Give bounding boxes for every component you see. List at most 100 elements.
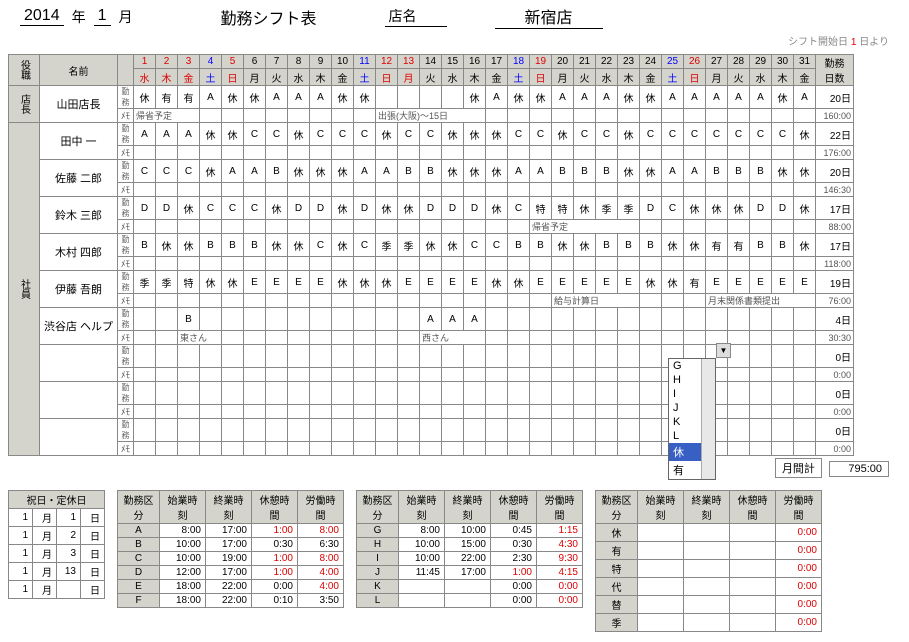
shift-cell[interactable]: 休 [178, 197, 200, 220]
shift-cell[interactable]: 休 [464, 86, 486, 109]
shift-cell[interactable] [244, 308, 266, 331]
shift-cell[interactable]: C [662, 197, 684, 220]
shift-cell[interactable]: 休 [134, 86, 156, 109]
shift-cell[interactable]: 休 [442, 160, 464, 183]
shift-cell[interactable] [398, 382, 420, 405]
shift-cell[interactable]: C [486, 234, 508, 257]
shift-cell[interactable]: 休 [706, 197, 728, 220]
shift-cell[interactable]: B [200, 234, 222, 257]
shift-cell[interactable] [750, 382, 772, 405]
shift-cell[interactable]: C [750, 123, 772, 146]
shift-cell[interactable] [640, 419, 662, 442]
shift-cell[interactable] [200, 345, 222, 368]
start-time[interactable] [638, 578, 684, 596]
shift-cell[interactable]: 休 [288, 234, 310, 257]
shift-cell[interactable] [288, 308, 310, 331]
shift-cell[interactable]: B [618, 234, 640, 257]
shift-cell[interactable]: B [398, 160, 420, 183]
shift-cell[interactable]: 休 [640, 160, 662, 183]
shift-cell[interactable]: B [508, 234, 530, 257]
shift-cell[interactable]: 休 [354, 271, 376, 294]
shift-cell[interactable]: 休 [794, 160, 816, 183]
shift-cell[interactable]: E [442, 271, 464, 294]
start-time[interactable] [399, 594, 445, 608]
start-time[interactable] [638, 560, 684, 578]
shift-cell[interactable] [288, 382, 310, 405]
chevron-down-icon[interactable]: ▼ [716, 343, 731, 358]
shift-cell[interactable] [552, 308, 574, 331]
shift-cell[interactable]: E [464, 271, 486, 294]
employee-name[interactable]: 佐藤 二郎 [40, 160, 118, 197]
shift-cell[interactable]: 休 [200, 271, 222, 294]
shift-cell[interactable]: 休 [618, 160, 640, 183]
shift-cell[interactable]: A [662, 160, 684, 183]
shift-cell[interactable]: E [618, 271, 640, 294]
shift-cell[interactable] [354, 382, 376, 405]
employee-name[interactable]: 渋谷店 ヘルプ [40, 308, 118, 345]
shift-cell[interactable]: 休 [420, 234, 442, 257]
start-time[interactable]: 8:00 [160, 524, 206, 538]
employee-name[interactable] [40, 345, 118, 382]
shift-cell[interactable] [574, 308, 596, 331]
shift-cell[interactable] [332, 345, 354, 368]
break-time[interactable]: 0:00 [491, 580, 537, 594]
shift-cell[interactable] [420, 345, 442, 368]
shift-cell[interactable]: E [288, 271, 310, 294]
end-time[interactable] [684, 542, 730, 560]
holiday-day[interactable]: 2 [57, 527, 81, 545]
holiday-month[interactable]: 1 [9, 509, 33, 527]
shift-cell[interactable] [596, 382, 618, 405]
shift-cell[interactable]: D [464, 197, 486, 220]
year-value[interactable]: 2014 [20, 7, 64, 26]
shift-cell[interactable]: B [574, 160, 596, 183]
shift-cell[interactable] [464, 419, 486, 442]
start-time[interactable]: 10:00 [399, 538, 445, 552]
shift-cell[interactable]: 休 [574, 197, 596, 220]
shift-cell[interactable] [508, 382, 530, 405]
shift-cell[interactable]: C [244, 197, 266, 220]
shift-cell[interactable]: 休 [486, 123, 508, 146]
shift-cell[interactable]: B [728, 160, 750, 183]
shift-cell[interactable] [244, 345, 266, 368]
shift-cell[interactable] [200, 382, 222, 405]
shift-cell[interactable]: 休 [376, 271, 398, 294]
shift-cell[interactable]: C [200, 197, 222, 220]
shift-cell[interactable]: 休 [200, 160, 222, 183]
shift-cell[interactable] [596, 345, 618, 368]
shift-cell[interactable] [442, 345, 464, 368]
shift-cell[interactable]: C [310, 234, 332, 257]
shift-cell[interactable]: 有 [156, 86, 178, 109]
shift-cell[interactable] [398, 86, 420, 109]
shift-cell[interactable]: 休 [574, 234, 596, 257]
shift-cell[interactable]: 休 [684, 234, 706, 257]
shift-cell[interactable] [728, 308, 750, 331]
break-time[interactable]: 0:00 [252, 580, 298, 594]
shift-cell[interactable] [398, 308, 420, 331]
shift-cell[interactable] [596, 308, 618, 331]
holiday-day[interactable] [57, 581, 81, 599]
employee-name[interactable]: 山田店長 [40, 86, 118, 123]
shift-cell[interactable] [750, 419, 772, 442]
shift-cell[interactable]: 休 [464, 123, 486, 146]
shift-cell[interactable]: E [706, 271, 728, 294]
start-time[interactable] [638, 596, 684, 614]
shift-cell[interactable]: 休 [332, 160, 354, 183]
shift-cell[interactable]: C [266, 123, 288, 146]
shift-cell[interactable]: E [244, 271, 266, 294]
shift-cell[interactable]: C [684, 123, 706, 146]
shift-cell[interactable]: 休 [244, 86, 266, 109]
shift-cell[interactable]: D [750, 197, 772, 220]
shift-cell[interactable]: 休 [486, 271, 508, 294]
shift-cell[interactable] [772, 345, 794, 368]
shift-cell[interactable]: 休 [486, 160, 508, 183]
shift-cell[interactable]: A [794, 86, 816, 109]
shift-cell[interactable] [772, 382, 794, 405]
shift-cell[interactable]: C [222, 197, 244, 220]
end-time[interactable] [684, 578, 730, 596]
start-time[interactable] [399, 580, 445, 594]
shift-cell[interactable]: B [420, 160, 442, 183]
shift-cell[interactable] [486, 308, 508, 331]
shift-cell[interactable]: 休 [266, 197, 288, 220]
shift-cell[interactable]: 休 [662, 234, 684, 257]
shift-cell[interactable] [794, 308, 816, 331]
